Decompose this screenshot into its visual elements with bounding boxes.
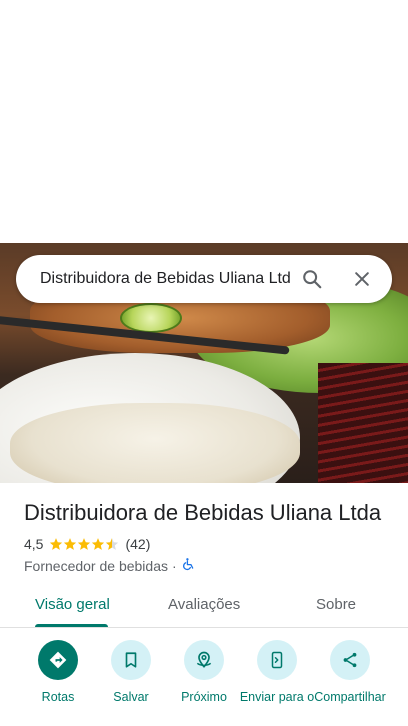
bookmark-icon [111, 640, 151, 680]
star-icon [78, 538, 91, 550]
star-icon [64, 538, 77, 550]
action-bar: Rotas Salvar Próximo Enviar para o Compa… [0, 640, 408, 726]
tab-indicator [35, 624, 108, 627]
photo-rice [10, 403, 300, 483]
star-icon [50, 538, 63, 550]
half-star-icon [106, 538, 119, 550]
tab-overview[interactable]: Visão geral [35, 596, 110, 613]
save-button[interactable]: Salvar [91, 640, 171, 705]
photo-lime [120, 303, 182, 333]
directions-icon [38, 640, 78, 680]
star-icon [92, 538, 105, 550]
tab-bar: Visão geral Avaliações Sobre [0, 586, 408, 628]
review-count[interactable]: (42) [125, 536, 150, 552]
save-label: Salvar [113, 690, 149, 704]
nearby-icon [184, 640, 224, 680]
star-rating [49, 537, 119, 551]
photo-mat [318, 363, 408, 483]
search-bar[interactable]: Distribuidora de Bebidas Uliana Ltda [16, 255, 392, 303]
nearby-button[interactable]: Próximo [164, 640, 244, 705]
send-to-phone-icon [257, 640, 297, 680]
share-label: Compartilhar [314, 690, 386, 704]
rating-row[interactable]: 4,5 (42) [24, 536, 150, 552]
separator-dot: · [172, 557, 177, 574]
wheelchair-icon [181, 557, 195, 574]
map-blank-area [0, 0, 408, 243]
send-to-phone-label: Enviar para o [239, 690, 315, 704]
search-query[interactable]: Distribuidora de Bebidas Uliana Ltda [40, 270, 290, 288]
category-row: Fornecedor de bebidas · [24, 557, 195, 574]
place-title: Distribuidora de Bebidas Uliana Ltda [24, 500, 382, 525]
directions-button[interactable]: Rotas [18, 640, 98, 705]
tab-reviews[interactable]: Avaliações [168, 596, 240, 613]
share-button[interactable]: Compartilhar [310, 640, 390, 705]
tab-about[interactable]: Sobre [316, 596, 356, 613]
search-icon[interactable] [300, 267, 324, 291]
close-icon[interactable] [350, 267, 374, 291]
nearby-label: Próximo [181, 690, 227, 704]
share-icon [330, 640, 370, 680]
rating-value: 4,5 [24, 536, 44, 552]
place-category: Fornecedor de bebidas [24, 557, 168, 574]
send-to-phone-button[interactable]: Enviar para o [237, 640, 317, 705]
directions-label: Rotas [41, 690, 75, 704]
